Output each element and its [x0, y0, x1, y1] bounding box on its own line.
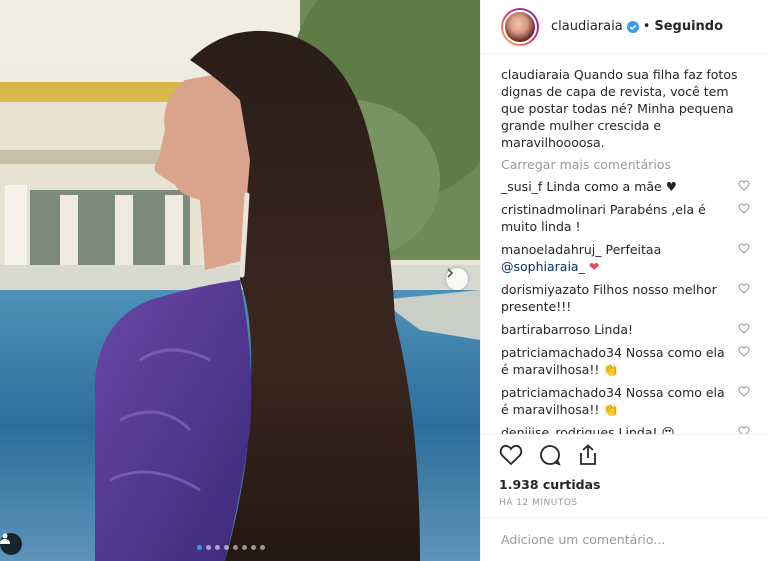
like-count[interactable]: 1.938 curtidas	[499, 477, 753, 492]
comment-like-heart-icon[interactable]	[738, 283, 750, 294]
chevron-right-icon	[447, 268, 454, 278]
comment-username[interactable]: dorismiyazato	[501, 282, 589, 297]
comment-username[interactable]: _susi_f	[501, 179, 542, 194]
comment-item: patriciamachado34 Nossa como ela é marav…	[501, 344, 752, 378]
load-more-comments[interactable]: Carregar mais comentários	[501, 157, 752, 172]
comments-section: claudiaraia Quando sua filha faz fotos d…	[481, 54, 768, 434]
comment-like-heart-icon[interactable]	[738, 243, 750, 254]
comment-item: manoeladahruj_ Perfeitaa @sophiaraia_ ❤	[501, 241, 752, 275]
comment-item: cristinadmolinari Parabéns ,ela é muito …	[501, 201, 752, 235]
comment-icon[interactable]	[539, 444, 561, 466]
comment-emoji: 👏	[603, 402, 619, 417]
post-side-panel: claudiaraia • Seguindo claudiaraia Quand…	[480, 0, 768, 561]
post-actions: 1.938 curtidas HÁ 12 MINUTOS	[481, 434, 768, 508]
comment-text: Perfeitaa	[605, 242, 662, 257]
comment-text: Linda!	[618, 425, 658, 434]
caption-username[interactable]: claudiaraia	[501, 67, 570, 82]
comment-mention[interactable]: @sophiaraia_	[501, 259, 585, 274]
carousel-dot	[260, 545, 265, 550]
comment-item: patriciamachado34 Nossa como ela é marav…	[501, 384, 752, 418]
avatar[interactable]	[501, 7, 539, 46]
comment-text: Linda como a mãe ♥	[546, 179, 677, 194]
carousel-dot	[206, 545, 211, 550]
comment-username[interactable]: patriciamachado34	[501, 385, 622, 400]
comment-username[interactable]: patriciamachado34	[501, 345, 622, 360]
post-photo[interactable]	[0, 0, 480, 561]
comment-text: Linda!	[594, 322, 634, 337]
carousel-dot	[224, 545, 229, 550]
carousel-dot	[233, 545, 238, 550]
carousel-dot	[215, 545, 220, 550]
comment-like-heart-icon[interactable]	[738, 180, 750, 191]
comment-like-heart-icon[interactable]	[738, 426, 750, 434]
tagged-users-button[interactable]	[0, 533, 22, 555]
following-button[interactable]: Seguindo	[654, 19, 723, 34]
comment-like-heart-icon[interactable]	[738, 346, 750, 357]
comment-like-heart-icon[interactable]	[738, 323, 750, 334]
comment-item: _susi_f Linda como a mãe ♥	[501, 178, 752, 195]
comment-like-heart-icon[interactable]	[738, 386, 750, 397]
comment-username[interactable]: deniiise_rodriques	[501, 425, 615, 434]
comment-like-heart-icon[interactable]	[738, 203, 750, 214]
comment-username[interactable]: manoeladahruj_	[501, 242, 602, 257]
comment-emoji: ❤	[588, 259, 600, 274]
post-header: claudiaraia • Seguindo	[481, 0, 768, 54]
carousel-indicator	[197, 545, 265, 550]
user-icon	[0, 533, 10, 544]
verified-badge-icon	[626, 20, 639, 33]
carousel-dot	[197, 545, 202, 550]
comment-username[interactable]: cristinadmolinari	[501, 202, 606, 217]
next-photo-button[interactable]	[446, 268, 468, 290]
comment-item: dorismiyazato Filhos nosso melhor presen…	[501, 281, 752, 315]
comment-emoji: 👏	[603, 362, 619, 377]
post-timestamp: HÁ 12 MINUTOS	[499, 498, 578, 508]
photo-illustration	[0, 0, 480, 561]
carousel-dot	[251, 545, 256, 550]
comment-username[interactable]: bartirabarroso	[501, 322, 590, 337]
separator: •	[642, 19, 651, 34]
add-comment-input[interactable]: Adicione um comentário...	[481, 517, 768, 561]
carousel-dot	[242, 545, 247, 550]
like-heart-icon[interactable]	[499, 444, 523, 466]
share-icon[interactable]	[577, 444, 599, 466]
comment-item: deniiise_rodriques Linda! 😍	[501, 424, 752, 434]
comment-item: bartirabarroso Linda!	[501, 321, 752, 338]
post-username[interactable]: claudiaraia	[551, 19, 623, 34]
comment-emoji: 😍	[661, 425, 675, 434]
post-caption: claudiaraia Quando sua filha faz fotos d…	[501, 66, 752, 151]
